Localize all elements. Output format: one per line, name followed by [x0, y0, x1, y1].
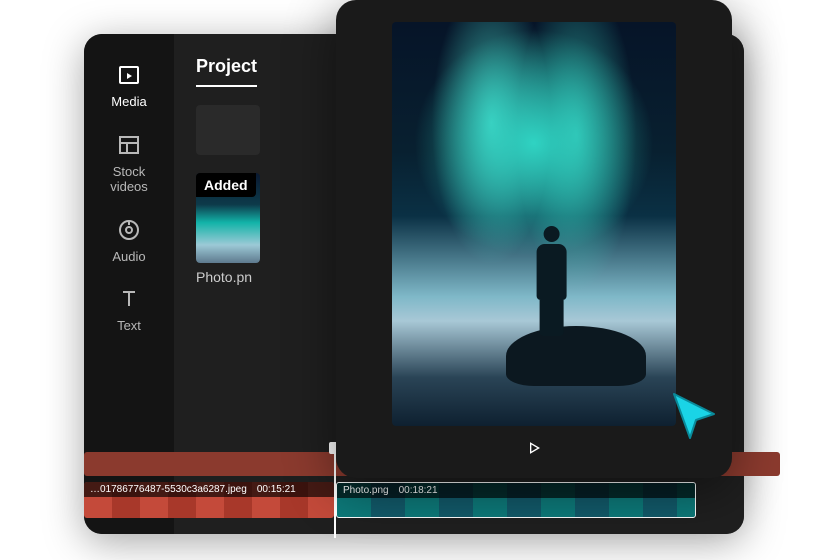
- timeline-clip-2[interactable]: Photo.png 00:18:21: [336, 482, 696, 518]
- sidebar-item-media[interactable]: Media: [111, 62, 146, 110]
- sidebar-item-label: Media: [111, 94, 146, 110]
- clip-duration: 00:15:21: [257, 484, 296, 495]
- sidebar-item-stock[interactable]: Stock videos: [110, 132, 148, 195]
- clip-filename: Photo.png: [343, 485, 389, 496]
- cursor-icon: [668, 390, 722, 444]
- clip-filename: …01786776487-5530c3a6287.jpeg: [90, 484, 247, 495]
- clip-label: …01786776487-5530c3a6287.jpeg 00:15:21: [84, 482, 334, 497]
- preview-foreground: [506, 326, 646, 386]
- text-icon: [116, 286, 142, 312]
- sidebar-item-label: Stock videos: [110, 164, 148, 195]
- preview-image[interactable]: [392, 22, 676, 426]
- clip-label: Photo.png 00:18:21: [337, 483, 695, 498]
- play-icon: [526, 440, 542, 456]
- sidebar-item-audio[interactable]: Audio: [112, 217, 145, 265]
- play-button[interactable]: [526, 440, 542, 461]
- sidebar-item-text[interactable]: Text: [116, 286, 142, 334]
- preview-figure: [530, 226, 574, 336]
- stock-icon: [116, 132, 142, 158]
- timeline-tracks: …01786776487-5530c3a6287.jpeg 00:15:21 P…: [84, 468, 780, 536]
- media-icon: [116, 62, 142, 88]
- sidebar-item-label: Audio: [112, 249, 145, 265]
- sidebar-item-label: Text: [117, 318, 141, 334]
- timeline-clip-1[interactable]: …01786776487-5530c3a6287.jpeg 00:15:21: [84, 482, 334, 518]
- clip-duration: 00:18:21: [399, 485, 438, 496]
- added-badge: Added: [196, 173, 256, 197]
- empty-media-slot[interactable]: [196, 105, 260, 155]
- audio-icon: [116, 217, 142, 243]
- media-thumbnail: Added: [196, 173, 260, 263]
- tab-project[interactable]: Project: [196, 56, 257, 87]
